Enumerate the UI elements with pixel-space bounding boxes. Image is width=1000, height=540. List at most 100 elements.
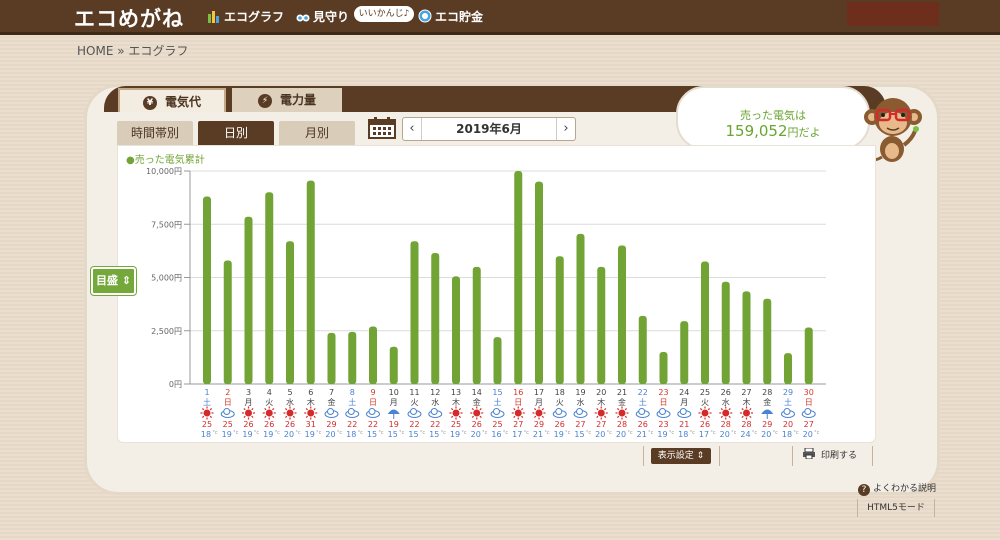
temp-high-label: 21 [679, 420, 689, 429]
x-day-label: 5 [287, 388, 292, 397]
temp-low-label: 17 [699, 430, 709, 439]
subtab-hourly[interactable]: 時間帯別 [117, 121, 193, 145]
sun-ray [479, 407, 482, 411]
help-label: よくわかる説明 [873, 484, 937, 494]
nav-eco-savings[interactable]: エコ貯金 [418, 8, 483, 25]
x-weekday-label: 水 [286, 397, 294, 407]
temp-unit-label: °c [627, 430, 633, 436]
sun-ray [541, 407, 545, 411]
temp-unit-label: °c [752, 430, 758, 436]
temp-unit-label: °c [420, 430, 426, 436]
temp-low-label: 20 [803, 430, 813, 439]
temp-unit-label: °c [814, 430, 820, 436]
chart-bar [452, 276, 460, 384]
temp-unit-label: °c [524, 430, 530, 436]
sun-ray [450, 407, 454, 411]
chart-bar [784, 353, 792, 384]
sun-ray [251, 415, 254, 419]
date-navigator: ‹ 2019年6月 › [402, 117, 576, 141]
nav-watch[interactable]: 見守り [296, 8, 349, 25]
print-label: 印刷する [821, 451, 858, 461]
chart-bar [555, 256, 564, 384]
sun-ray [292, 407, 296, 411]
subtab-monthly[interactable]: 月別 [279, 121, 355, 145]
temp-high-label: 26 [264, 420, 274, 429]
temp-unit-label: °c [399, 430, 405, 436]
sun-ray [471, 407, 474, 411]
breadcrumb: HOME » エコグラフ [77, 44, 189, 58]
prev-month-button[interactable]: ‹ [403, 118, 422, 140]
x-weekday-label: 火 [556, 398, 564, 407]
account-area[interactable] [847, 2, 939, 26]
x-weekday-label: 金 [473, 397, 481, 407]
x-weekday-label: 日 [660, 398, 668, 407]
sun-ray [624, 407, 628, 411]
print-button[interactable]: 印刷する [803, 447, 858, 461]
display-settings-button[interactable]: 表示設定 ⇕ [651, 448, 711, 464]
sun-ray [521, 415, 524, 419]
help-link[interactable]: ? よくわかる説明 [858, 481, 936, 496]
cloud-puff [555, 408, 563, 415]
sun-icon [265, 409, 273, 417]
temp-unit-label: °c [337, 430, 343, 436]
chart-bar [721, 281, 730, 384]
temp-unit-label: °c [544, 430, 550, 436]
temp-low-label: 18 [782, 430, 792, 439]
x-weekday-label: 土 [203, 397, 211, 407]
top-bar: エコめがね エコグラフ 見守り いいかんじ♪ エコ貯金 [0, 0, 1000, 35]
tab-cost-label: 電気代 [164, 95, 201, 109]
app-logo[interactable]: エコめがね [74, 3, 184, 33]
x-day-label: 14 [472, 388, 482, 397]
x-day-label: 13 [451, 388, 461, 397]
sun-ray [699, 407, 703, 411]
cloud-puff [493, 408, 500, 415]
yen-icon: ¥ [142, 96, 157, 110]
bar-chart: ●売った電気累計0円2,500円5,000円7,500円10,000円1土251… [126, 153, 826, 439]
temp-low-label: 15 [388, 430, 398, 439]
chart-bar [638, 315, 647, 384]
temp-unit-label: °c [565, 430, 571, 436]
temp-unit-label: °c [607, 430, 613, 436]
sun-ray [604, 407, 607, 411]
x-day-label: 19 [575, 388, 585, 397]
nav-eco-graph[interactable]: エコグラフ [207, 8, 284, 25]
temp-high-label: 29 [762, 420, 772, 429]
chart-bar [493, 337, 502, 384]
x-day-label: 4 [267, 388, 272, 397]
x-day-label: 3 [246, 388, 251, 397]
chart-bar [618, 245, 626, 384]
html5-mode-button[interactable]: HTML5モード [857, 499, 935, 517]
temp-unit-label: °c [461, 430, 467, 436]
chart-bar [389, 346, 398, 384]
sold-amount: 159,052円だよ [678, 121, 868, 140]
temp-high-label: 23 [658, 420, 668, 429]
tab-cost[interactable]: ¥ 電気代 [118, 88, 226, 112]
temp-high-label: 28 [617, 420, 627, 429]
scale-select-button[interactable]: 目盛 ⇕ [91, 267, 136, 295]
temp-unit-label: °c [254, 430, 260, 436]
current-month-label: 2019年6月 [456, 122, 522, 136]
x-weekday-label: 金 [763, 397, 771, 407]
temp-low-label: 20 [761, 430, 771, 439]
next-month-button[interactable]: › [556, 118, 575, 140]
temp-low-label: 17 [512, 430, 522, 439]
chart-bar [742, 291, 751, 384]
chart-bar [804, 327, 813, 384]
sun-ray [458, 407, 462, 411]
calendar-icon[interactable] [368, 117, 396, 139]
x-weekday-label: 火 [411, 398, 419, 407]
x-day-label: 8 [350, 388, 355, 397]
temp-high-label: 28 [721, 420, 731, 429]
x-weekday-label: 日 [224, 398, 232, 407]
sun-ray [264, 407, 267, 411]
sun-ray [284, 407, 288, 411]
temp-high-label: 19 [389, 420, 399, 429]
sun-ray [616, 407, 620, 411]
temp-low-label: 21 [533, 430, 543, 439]
sun-ray [313, 415, 316, 419]
sun-ray [284, 415, 288, 419]
subtab-daily[interactable]: 日別 [198, 121, 274, 145]
temp-high-label: 29 [534, 420, 544, 429]
temp-high-label: 25 [492, 420, 502, 429]
tab-power[interactable]: ⚡ 電力量 [232, 88, 342, 112]
